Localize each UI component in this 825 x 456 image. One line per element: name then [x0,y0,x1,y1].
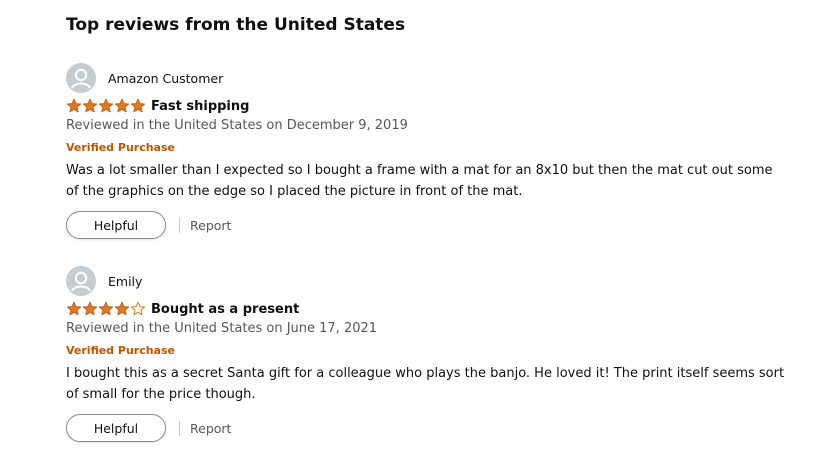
review-title[interactable]: Bought as a present [151,302,299,317]
star-filled-icon [98,301,114,316]
report-link[interactable]: Report [190,421,231,436]
divider [179,420,180,436]
star-filled-icon [66,301,82,316]
avatar-icon [66,266,96,296]
avatar-icon [66,63,96,93]
verified-purchase-badge: Verified Purchase [66,344,175,357]
star-filled-icon [66,98,82,113]
review-body: I bought this as a secret Santa gift for… [66,366,785,402]
star-filled-icon [114,301,130,316]
reviewer-name: Amazon Customer [108,70,224,86]
star-empty-icon [130,301,146,316]
review-date: Reviewed in the United States on June 17… [66,321,378,336]
star-filled-icon [130,98,146,113]
star-filled-icon [114,98,130,113]
reviewer-name: Emily [108,273,143,289]
section-heading: Top reviews from the United States [66,15,406,35]
helpful-button[interactable]: Helpful [66,211,166,239]
review-date: Reviewed in the United States on Decembe… [66,118,408,133]
reviewer-profile[interactable]: Emily [66,266,142,296]
helpful-button[interactable]: Helpful [66,414,166,442]
review-body: Was a lot smaller than I expected so I b… [66,163,773,199]
review-title[interactable]: Fast shipping [151,99,249,114]
star-filled-icon [82,98,98,113]
star-rating[interactable] [66,301,146,317]
report-link[interactable]: Report [190,218,231,233]
star-rating[interactable] [66,98,146,114]
star-filled-icon [98,98,114,113]
verified-purchase-badge: Verified Purchase [66,141,175,154]
divider [179,217,180,233]
star-filled-icon [82,301,98,316]
reviewer-profile[interactable]: Amazon Customer [66,63,223,93]
